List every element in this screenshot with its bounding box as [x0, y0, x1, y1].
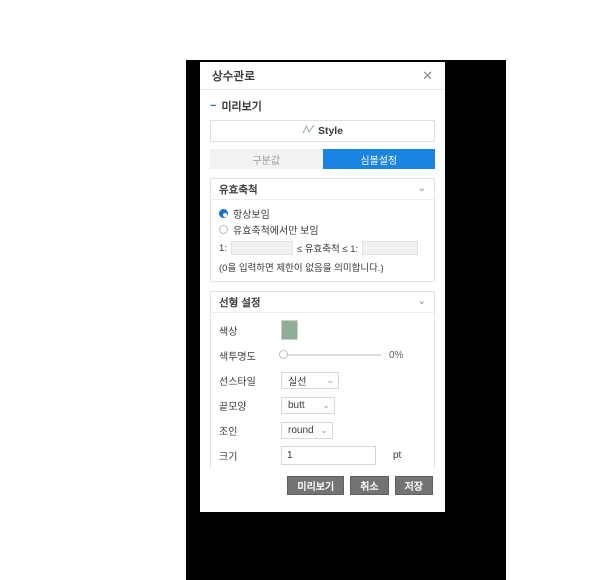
- chevron-down-icon[interactable]: ⌄: [418, 184, 426, 194]
- valid-scale-panel: 유효축척 ⌄ 항상보임 유효축척에서만 보임 1: ≤ 유효축척 ≤ 1: (0…: [210, 178, 435, 282]
- row-linestyle: 선스타일 실선 ⌄: [219, 369, 426, 391]
- opacity-value: 0%: [389, 349, 404, 361]
- row-opacity: 색투명도 0%: [219, 344, 426, 366]
- chevron-down-icon: ⌄: [326, 374, 334, 385]
- preview-section-header[interactable]: − 미리보기: [200, 90, 445, 118]
- valid-scale-panel-title: 유효축척: [219, 183, 258, 196]
- style-preview-label: Style: [317, 125, 344, 137]
- opacity-slider-wrap: 0%: [279, 349, 426, 361]
- preview-button[interactable]: 미리보기: [287, 475, 345, 495]
- chevron-down-icon: ⌄: [320, 424, 328, 435]
- chevron-down-icon[interactable]: ⌄: [418, 297, 426, 307]
- close-icon[interactable]: ✕: [420, 67, 435, 84]
- dialog-footer: 미리보기 취소 저장: [200, 468, 445, 512]
- style-preview-box[interactable]: Style: [210, 120, 435, 142]
- row-join: 조인 round ⌄: [219, 419, 426, 441]
- line-settings-panel-body: 색상 색투명도 0% 선스타일 실선 ⌄ 끝모양 butt ⌄ 조인 round…: [211, 313, 434, 468]
- label-color: 색상: [219, 326, 238, 338]
- scale-hint-note: (0을 입력하면 제한이 없음을 의미합니다.): [219, 263, 384, 274]
- line-settings-panel: 선형 설정 ⌄ 색상 색투명도 0% 선스타일 실선 ⌄ 끝모양 butt ⌄ …: [210, 291, 435, 468]
- color-swatch[interactable]: [281, 320, 298, 340]
- label-opacity: 색투명도: [219, 351, 256, 363]
- row-cap: 끝모양 butt ⌄: [219, 394, 426, 416]
- row-color: 색상: [219, 319, 426, 341]
- radio-row-always-visible[interactable]: 항상보임: [219, 206, 426, 221]
- chevron-down-icon: ⌄: [322, 399, 330, 410]
- symbol-settings-dialog: 상수관로 ✕ − 미리보기 Style 구분값 심볼설정 유효축척 ⌄ 항상보임…: [200, 62, 445, 512]
- size-input[interactable]: [281, 445, 376, 465]
- valid-scale-panel-body: 항상보임 유효축척에서만 보임 1: ≤ 유효축척 ≤ 1: (0을 입력하면 …: [211, 200, 434, 281]
- dialog-title: 상수관로: [212, 70, 256, 83]
- tab-classification-value[interactable]: 구분값: [210, 149, 323, 169]
- scale-min-input[interactable]: [230, 241, 293, 255]
- scale-max-input[interactable]: [362, 241, 419, 255]
- tab-bar: 구분값 심볼설정: [210, 149, 435, 169]
- zigzag-line-icon: [302, 122, 315, 140]
- line-settings-panel-header[interactable]: 선형 설정 ⌄: [211, 292, 434, 313]
- cancel-button[interactable]: 취소: [350, 475, 389, 495]
- dialog-header: 상수관로 ✕: [200, 62, 445, 90]
- join-select[interactable]: round ⌄: [281, 421, 333, 439]
- radio-label-always-visible: 항상보임: [233, 210, 270, 221]
- label-cap: 끝모양: [219, 401, 247, 413]
- label-join: 조인: [219, 426, 238, 438]
- dialog-body: − 미리보기 Style 구분값 심볼설정 유효축척 ⌄ 항상보임 유효축척에서…: [200, 90, 445, 468]
- label-linestyle: 선스타일: [219, 376, 256, 388]
- radio-always-visible[interactable]: [219, 209, 228, 218]
- join-value: round: [288, 424, 314, 436]
- cap-select[interactable]: butt ⌄: [281, 396, 335, 414]
- save-button[interactable]: 저장: [394, 475, 433, 495]
- valid-scale-panel-header[interactable]: 유효축척 ⌄: [211, 179, 434, 200]
- scale-middle-text: ≤ 유효축척 ≤ 1:: [296, 244, 359, 255]
- radio-label-scale-only: 유효축척에서만 보임: [233, 226, 319, 237]
- radio-scale-only[interactable]: [219, 225, 228, 234]
- linestyle-select[interactable]: 실선 ⌄: [281, 371, 339, 389]
- radio-row-scale-only[interactable]: 유효축척에서만 보임: [219, 222, 426, 237]
- label-size: 크기: [219, 451, 238, 463]
- preview-section-label: 미리보기: [221, 101, 262, 113]
- size-unit-label: pt: [393, 449, 402, 461]
- collapse-toggle-icon[interactable]: −: [210, 100, 216, 112]
- scale-min-prefix: 1:: [219, 242, 227, 254]
- row-size: 크기 pt: [219, 444, 426, 466]
- scale-range-row: 1: ≤ 유효축척 ≤ 1:: [219, 240, 426, 256]
- linestyle-value: 실선: [288, 376, 307, 388]
- line-settings-panel-title: 선형 설정: [219, 296, 261, 309]
- cap-value: butt: [288, 399, 305, 411]
- opacity-slider-handle[interactable]: [279, 350, 288, 359]
- screen-root: 상수관로 ✕ − 미리보기 Style 구분값 심볼설정 유효축척 ⌄ 항상보임…: [0, 0, 601, 580]
- opacity-slider[interactable]: [279, 350, 381, 359]
- tab-symbol-settings[interactable]: 심볼설정: [322, 149, 435, 169]
